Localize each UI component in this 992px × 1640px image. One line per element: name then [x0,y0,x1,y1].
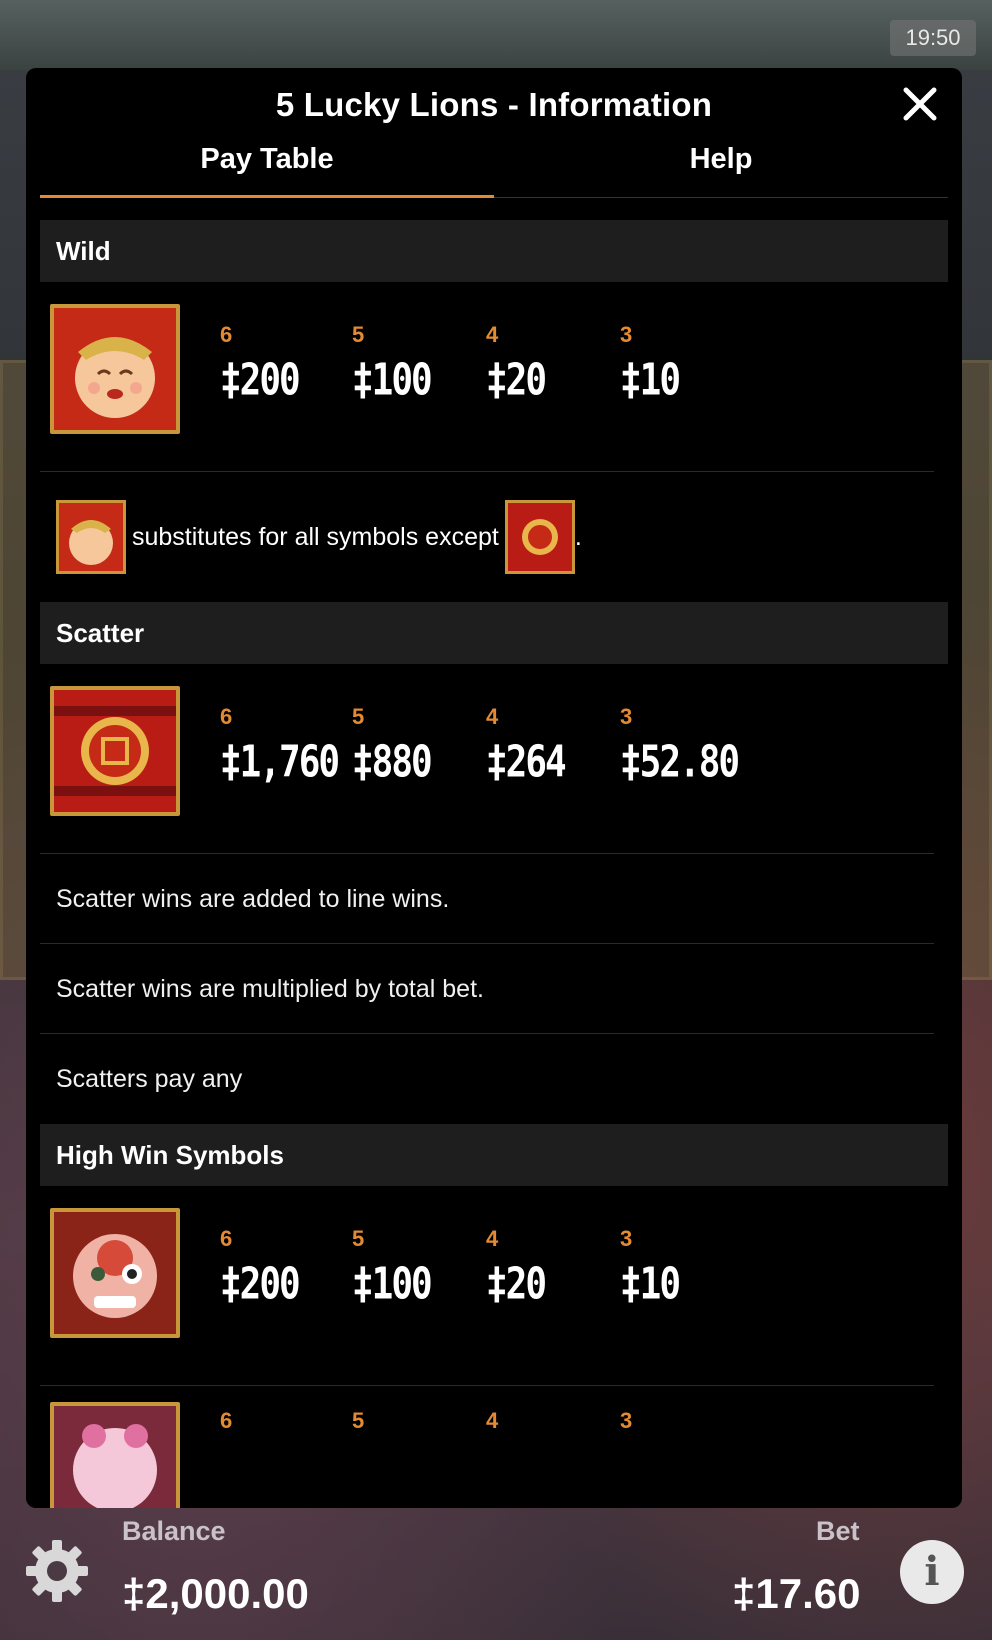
info-icon: i [924,1548,940,1595]
payout-value: ‡100 [352,1260,433,1310]
scatter-rule: Scatter wins are added to line wins. [40,854,934,944]
payout-column: 5 ‡100 [352,1226,482,1309]
payout-column: 6 ‡200 [220,1226,350,1309]
symbol-count: 6 [220,1226,233,1251]
tab-pay-table[interactable]: Pay Table [40,140,494,198]
payout-value: ‡100 [352,356,433,406]
symbol-count: 5 [352,704,365,729]
symbol-count: 4 [486,1226,499,1251]
payout-column: 6 [220,1408,350,1438]
pay-row-high-win: 6 ‡200 5 ‡100 4 ‡20 3 ‡10 [40,1186,934,1386]
lion-symbol-icon [50,1402,180,1508]
payout-column: 4 ‡264 [486,704,616,787]
symbol-count: 4 [486,704,499,729]
close-button[interactable] [900,84,940,124]
scatter-rule: Scatter wins are multiplied by total bet… [40,944,934,1034]
note-period: . [574,522,582,551]
symbol-count: 6 [220,704,233,729]
balance-label: Balance [122,1516,226,1546]
game-background-top [0,0,992,70]
payout-column: 3 ‡52.80 [620,704,750,787]
pay-row-high-win: 6 5 4 3 [40,1386,934,1508]
payout-column: 6 ‡1,760 [220,704,350,787]
symbol-count: 5 [352,1408,365,1433]
payout-column: 3 ‡10 [620,1226,750,1309]
payout-value: ‡10 [620,1260,681,1310]
bet-value[interactable]: ‡17.60 [732,1570,860,1618]
lion-symbol-icon [50,1208,180,1338]
tab-bar: Pay Table Help [40,140,948,198]
payout-column: 3 ‡10 [620,322,750,405]
payout-column: 5 [352,1408,482,1438]
payout-value: ‡264 [486,738,567,788]
wild-symbol-icon [50,304,180,434]
scatter-symbol-icon [504,500,575,574]
status-clock: 19:50 [890,20,976,56]
payout-column: 5 ‡100 [352,322,482,405]
pay-row-scatter: 6 ‡1,760 5 ‡880 4 ‡264 3 ‡52.80 [40,664,934,854]
balance-value: ‡2,000.00 [122,1570,309,1617]
symbol-count: 6 [220,322,233,347]
info-button[interactable]: i [900,1540,964,1604]
section-heading-scatter: Scatter [40,602,948,664]
payout-column: 4 [486,1408,616,1438]
wild-symbol-icon [56,500,126,574]
payout-value: ‡200 [220,356,301,406]
payout-value: ‡880 [352,738,433,788]
symbol-count: 6 [220,1408,233,1433]
symbol-count: 3 [620,704,633,729]
scatter-rule: Scatters pay any [56,1065,243,1093]
payout-value: ‡20 [486,1260,547,1310]
wild-substitution-note: substitutes for all symbols except . [40,472,948,602]
symbol-count: 5 [352,1226,365,1251]
gear-icon [26,1540,88,1602]
section-heading-high-win: High Win Symbols [40,1124,948,1186]
payout-value: ‡10 [620,356,681,406]
payout-column: 3 [620,1408,750,1438]
symbol-count: 5 [352,322,365,347]
payout-value: ‡52.80 [620,738,740,788]
payout-value: ‡1,760 [220,738,340,788]
section-heading-wild: Wild [40,220,948,282]
pay-row-wild: 6 ‡200 5 ‡100 4 ‡20 3 ‡10 [40,282,934,472]
symbol-count: 3 [620,1226,633,1251]
symbol-count: 3 [620,1408,633,1433]
payout-column: 4 ‡20 [486,322,616,405]
symbol-count: 3 [620,322,633,347]
tab-help[interactable]: Help [494,140,948,198]
scatter-symbol-icon [50,686,180,816]
settings-button[interactable] [24,1538,90,1604]
pay-table-content[interactable]: Wild 6 ‡200 5 ‡100 4 ‡20 3 ‡10 substitut… [40,220,948,1508]
payout-value: ‡20 [486,356,547,406]
symbol-count: 4 [486,322,499,347]
information-dialog: 5 Lucky Lions - Information Pay Table He… [26,68,962,1508]
payout-column: 6 ‡200 [220,322,350,405]
close-icon [903,87,937,121]
game-footer: Balance ‡2,000.00 Bet ‡17.60 i [0,1508,992,1640]
bet-label: Bet [816,1516,860,1546]
note-text: substitutes for all symbols except [132,522,499,551]
dialog-title: 5 Lucky Lions - Information [275,86,713,123]
payout-column: 4 ‡20 [486,1226,616,1309]
payout-column: 5 ‡880 [352,704,482,787]
symbol-count: 4 [486,1408,499,1433]
payout-value: ‡200 [220,1260,301,1310]
